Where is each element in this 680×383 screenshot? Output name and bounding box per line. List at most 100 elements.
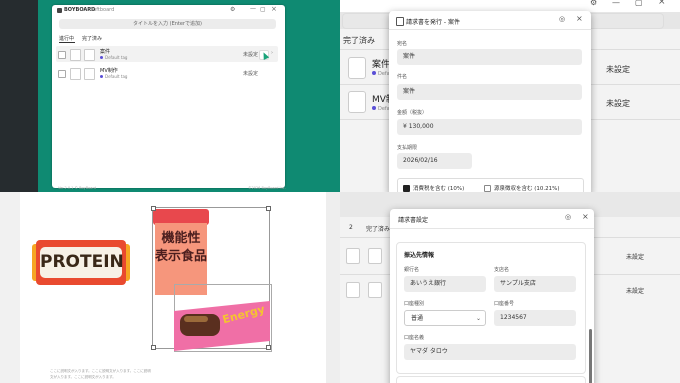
task-status[interactable]: 未設定 xyxy=(626,252,644,261)
modal-title: 請求書を発行 - 案件 xyxy=(406,19,460,26)
task-status[interactable]: 未設定 xyxy=(606,64,630,75)
resize-handle[interactable] xyxy=(151,206,156,211)
task-tag: Default tag xyxy=(100,55,127,60)
task-checkbox[interactable] xyxy=(58,70,66,78)
artboard: PROTEIN 機能性 表示食品 Energy ここに説明文が入ります。ここに説… xyxy=(20,192,326,383)
resize-handle[interactable] xyxy=(151,345,156,350)
task-doc-icon[interactable] xyxy=(348,91,366,113)
minimize-icon[interactable]: — xyxy=(612,0,620,7)
account-number-label: 口座番号 xyxy=(494,301,515,307)
task-status[interactable]: 未設定 xyxy=(606,98,630,109)
due-date-field[interactable]: 2026/02/16 xyxy=(397,153,472,169)
panel-invoice-settings: 2 完了済み 未設定 未設定 請求書設定 ◎ × 振込先情報 銀行名 あいうえ銀… xyxy=(340,192,680,383)
recipient-field[interactable]: 案件 xyxy=(397,49,582,65)
subject-label: 件名 xyxy=(397,74,408,80)
window-subtitle: Softboard xyxy=(90,7,115,13)
divider xyxy=(390,228,594,229)
close-icon[interactable]: × xyxy=(582,212,589,221)
active-tab-underline xyxy=(59,42,75,43)
minimize-icon[interactable]: — xyxy=(250,5,256,12)
invoice-icon xyxy=(396,17,404,26)
task-name[interactable]: MV制作 xyxy=(100,67,118,74)
invoice-issue-modal: 請求書を発行 - 案件 ◎ × 宛名 案件 件名 案件 金額（税抜） ¥ 130… xyxy=(389,11,591,192)
task-checkbox[interactable] xyxy=(58,51,66,59)
pin-icon[interactable]: ◎ xyxy=(559,15,565,23)
subject-field[interactable]: 案件 xyxy=(397,84,582,100)
task-row[interactable]: 案件 Default tag 未設定 › xyxy=(56,46,278,62)
close-icon[interactable]: × xyxy=(576,14,583,23)
account-type-select[interactable]: 普通 ⌄ xyxy=(404,310,486,326)
tab-completed[interactable]: 完了済み xyxy=(82,35,102,42)
invoice-settings-modal: 請求書設定 ◎ × 振込先情報 銀行名 あいうえ銀行 支店名 サンプル支店 口座… xyxy=(390,209,594,383)
task-doc-icon[interactable] xyxy=(348,57,366,79)
pin-icon[interactable]: ◎ xyxy=(565,213,571,221)
app-window: BOYBOARD Softboard ⚙ — ▢ × タイトルを入力 (Ente… xyxy=(52,5,286,190)
canvas-caption: 文が入ります。ここに説明文が入ります。 xyxy=(50,375,116,379)
maximize-icon[interactable]: ▢ xyxy=(635,0,643,7)
tab-count-badge: 2 xyxy=(349,224,353,231)
account-type-label: 口座種別 xyxy=(404,301,425,307)
checkbox-checked-icon[interactable] xyxy=(403,185,410,192)
task-doc-icon[interactable] xyxy=(70,49,81,61)
task-status[interactable]: 未設定 xyxy=(243,51,258,58)
task-invoice-icon[interactable] xyxy=(84,49,95,61)
bank-name-field[interactable]: あいうえ銀行 xyxy=(404,276,486,292)
panel-design-canvas: PROTEIN 機能性 表示食品 Energy ここに説明文が入ります。ここに説… xyxy=(0,192,340,383)
protein-bar-illustration[interactable]: PROTEIN xyxy=(32,240,130,285)
checkbox-unchecked-icon[interactable] xyxy=(484,185,491,192)
panel-app-overview: BOYBOARD Softboard ⚙ — ▢ × タイトルを入力 (Ente… xyxy=(0,0,340,192)
task-invoice-icon[interactable] xyxy=(368,248,382,264)
footer-copyright: ©2026 BoyBoard Inc. xyxy=(248,186,286,190)
branch-name-field[interactable]: サンプル支店 xyxy=(494,276,576,292)
task-invoice-icon[interactable] xyxy=(84,68,95,80)
scrollbar[interactable] xyxy=(589,329,592,383)
energy-bar-illustration[interactable]: Energy xyxy=(174,300,270,352)
account-holder-label: 口座名義 xyxy=(404,335,425,341)
section-title: 振込先情報 xyxy=(404,252,435,259)
editor-right-panel xyxy=(326,192,340,383)
task-status[interactable]: 未設定 xyxy=(243,70,258,77)
modal-title: 請求書設定 xyxy=(398,217,429,224)
chevron-down-icon: ⌄ xyxy=(475,315,481,322)
bank-info-section: 振込先情報 銀行名 あいうえ銀行 支店名 サンプル支店 口座種別 普通 ⌄ 口座… xyxy=(396,242,586,374)
settings-icon[interactable]: ⚙ xyxy=(590,0,597,7)
amount-label: 金額（税抜） xyxy=(397,110,428,116)
divider xyxy=(389,29,591,30)
window-titlebar: BOYBOARD Softboard ⚙ — ▢ × xyxy=(52,5,285,17)
close-icon[interactable]: × xyxy=(658,0,666,7)
row-expand-icon[interactable]: › xyxy=(271,50,273,56)
panel-invoice-issue: ⚙ — ▢ × 完了済み 案件 Default 未設定 MV制 Default … xyxy=(340,0,680,192)
tab-completed[interactable]: 完了済み xyxy=(343,35,375,46)
tax-checkbox[interactable]: 消費税を含む (10%) xyxy=(403,184,464,192)
maximize-icon[interactable]: ▢ xyxy=(260,6,266,13)
tab-in-progress[interactable]: 進行中 xyxy=(59,35,74,42)
protein-label-text: PROTEIN xyxy=(40,247,124,278)
task-invoice-icon[interactable] xyxy=(368,282,382,298)
editor-left-toolbar xyxy=(0,192,21,383)
task-doc-icon[interactable] xyxy=(70,68,81,80)
account-holder-field[interactable]: ヤマダ タロウ xyxy=(404,344,576,360)
withholding-checkbox[interactable]: 源泉徴収を含む (10.21%) xyxy=(484,184,560,192)
close-icon[interactable]: × xyxy=(271,5,277,13)
app-logo-icon xyxy=(57,8,62,13)
tax-options: 消費税を含む (10%) 源泉徴収を含む (10.21%) xyxy=(397,178,584,192)
footer-version: Ver.2.0.1 © BoyBoard xyxy=(58,186,97,190)
canvas-caption: ここに説明文が入ります。ここに説明文が入ります。ここに説明 xyxy=(50,369,151,373)
task-row[interactable]: MV制作 Default tag 未設定 xyxy=(56,65,278,81)
task-tag: Default tag xyxy=(100,74,127,79)
resize-handle[interactable] xyxy=(266,206,271,211)
task-doc-icon[interactable] xyxy=(346,248,360,264)
task-name[interactable]: 案件 xyxy=(372,57,390,70)
task-doc-icon[interactable] xyxy=(346,282,360,298)
task-name[interactable]: 案件 xyxy=(100,48,110,55)
next-section-stub xyxy=(396,376,586,383)
account-number-field[interactable]: 1234567 xyxy=(494,310,576,326)
amount-field[interactable]: ¥ 130,000 xyxy=(397,119,582,135)
branch-name-label: 支店名 xyxy=(494,267,510,273)
tab-completed[interactable]: 完了済み xyxy=(366,224,390,233)
task-status[interactable]: 未設定 xyxy=(626,286,644,295)
settings-icon[interactable]: ⚙ xyxy=(230,6,235,13)
task-title-input[interactable]: タイトルを入力 (Enterで追加) xyxy=(59,19,276,29)
recipient-label: 宛名 xyxy=(397,41,408,47)
editor-sidebar xyxy=(0,0,38,192)
